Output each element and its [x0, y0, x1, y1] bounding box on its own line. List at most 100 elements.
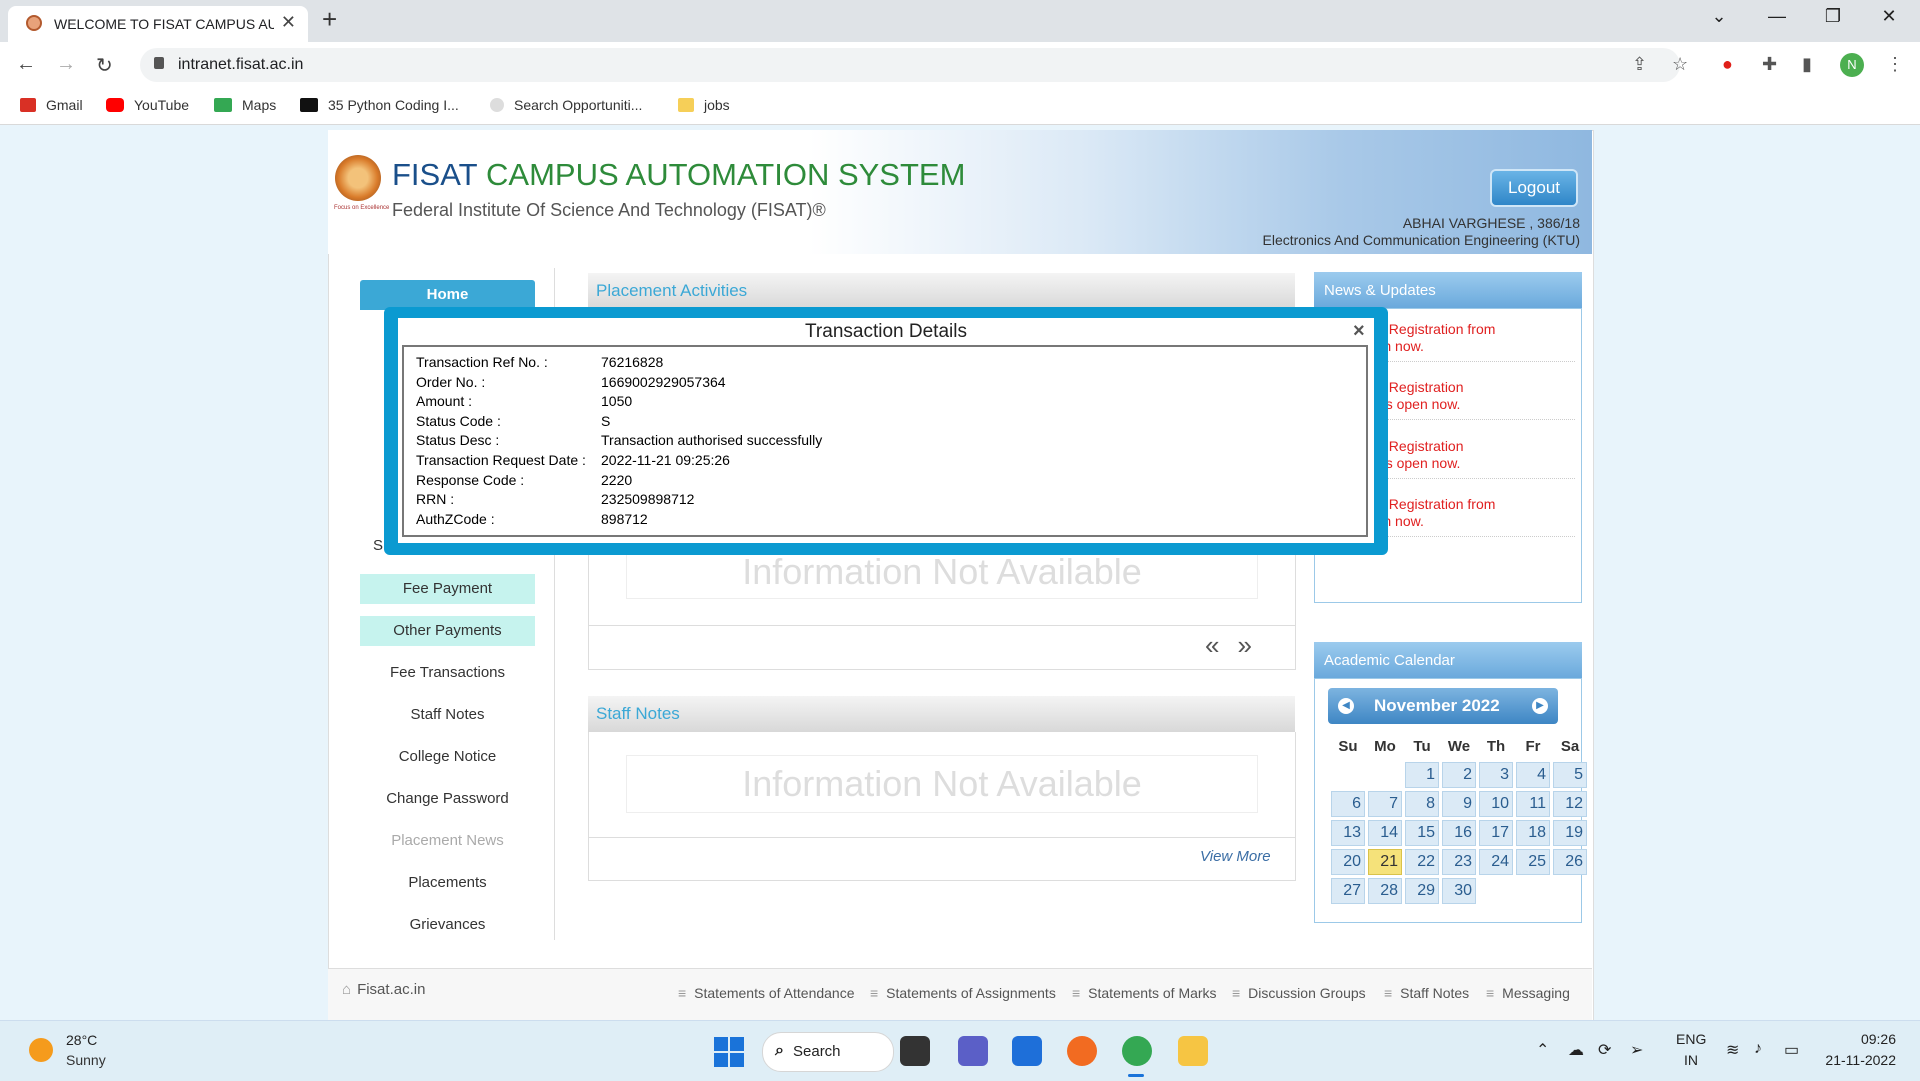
new-tab-button[interactable]: +	[322, 4, 337, 35]
calendar-day[interactable]: 1	[1405, 762, 1439, 788]
weather-temperature[interactable]: 28°C	[66, 1032, 97, 1048]
restore-icon[interactable]: ❐	[1810, 6, 1856, 27]
calendar-day[interactable]: 29	[1405, 878, 1439, 904]
calendar-day[interactable]: 19	[1553, 820, 1587, 846]
calendar-day[interactable]: 5	[1553, 762, 1587, 788]
footer-assignments[interactable]: Statements of Assignments	[870, 985, 1056, 1001]
nav-placements[interactable]: Placements	[360, 874, 535, 891]
calendar-day[interactable]: 16	[1442, 820, 1476, 846]
calendar-day[interactable]: 11	[1516, 791, 1550, 817]
url-text[interactable]: intranet.fisat.ac.in	[178, 56, 303, 74]
bookmark-python-coding[interactable]: 35 Python Coding I...	[300, 97, 459, 113]
weather-description[interactable]: Sunny	[66, 1052, 106, 1068]
footer-discussion[interactable]: Discussion Groups	[1232, 985, 1366, 1001]
calendar-day[interactable]: 2	[1442, 762, 1476, 788]
footer-staff-notes[interactable]: Staff Notes	[1384, 985, 1469, 1001]
onedrive-cloud-icon[interactable]: ☁	[1568, 1040, 1584, 1060]
bookmark-gmail[interactable]: Gmail	[20, 97, 83, 113]
nav-placement-news[interactable]: Placement News	[360, 832, 535, 849]
calendar-day[interactable]: 10	[1479, 791, 1513, 817]
teams-chat-icon[interactable]	[958, 1036, 988, 1066]
sun-icon[interactable]	[29, 1038, 53, 1062]
bookmark-search-opportunities[interactable]: Search Opportuniti...	[490, 97, 642, 113]
logout-button[interactable]: Logout	[1492, 171, 1576, 205]
side-panel-icon[interactable]: ▮	[1802, 54, 1812, 75]
calendar-day[interactable]: 4	[1516, 762, 1550, 788]
window-close-icon[interactable]: ✕	[1866, 6, 1912, 27]
tab-search-chevron-icon[interactable]: ⌄	[1696, 6, 1742, 27]
nav-staff-notes[interactable]: Staff Notes	[360, 706, 535, 723]
windows-start-icon[interactable]	[714, 1037, 744, 1067]
next-month-icon[interactable]: ▶	[1532, 698, 1548, 714]
extensions-puzzle-icon[interactable]: ✚	[1762, 54, 1777, 75]
calendar-day[interactable]: 12	[1553, 791, 1587, 817]
nav-college-notice[interactable]: College Notice	[360, 748, 535, 765]
calendar-day[interactable]: 22	[1405, 849, 1439, 875]
minimize-icon[interactable]: —	[1754, 6, 1800, 27]
opera-extension-icon[interactable]: ●	[1722, 54, 1733, 75]
address-bar[interactable]	[140, 48, 1680, 82]
view-more-link[interactable]: View More	[1200, 848, 1271, 865]
lock-icon[interactable]	[154, 57, 164, 69]
calendar-day[interactable]: 7	[1368, 791, 1402, 817]
calendar-day[interactable]: 6	[1331, 791, 1365, 817]
chrome-icon[interactable]	[1122, 1036, 1152, 1066]
calendar-day[interactable]: 20	[1331, 849, 1365, 875]
calendar-day[interactable]: 17	[1479, 820, 1513, 846]
nav-home[interactable]: Home	[360, 280, 535, 310]
prev-month-icon[interactable]: ◀	[1338, 698, 1354, 714]
firefox-icon[interactable]	[1067, 1036, 1097, 1066]
calendar-day[interactable]: 23	[1442, 849, 1476, 875]
bookmark-jobs[interactable]: jobs	[678, 97, 730, 113]
language-indicator[interactable]: ENG	[1676, 1031, 1706, 1047]
bookmark-maps[interactable]: Maps	[214, 97, 276, 113]
calendar-day[interactable]: 24	[1479, 849, 1513, 875]
browser-tab[interactable]: WELCOME TO FISAT CAMPUS AU ✕	[8, 6, 308, 42]
nav-change-password[interactable]: Change Password	[360, 790, 535, 807]
region-indicator[interactable]: IN	[1684, 1052, 1698, 1068]
calendar-day[interactable]: 3	[1479, 762, 1513, 788]
footer-attendance[interactable]: Statements of Attendance	[678, 985, 854, 1001]
taskbar-search[interactable]: ⌕ Search	[762, 1032, 894, 1072]
calendar-day[interactable]: 9	[1442, 791, 1476, 817]
calendar-day[interactable]: 15	[1405, 820, 1439, 846]
footer-site-link[interactable]: ⌂ Fisat.ac.in	[342, 981, 425, 998]
bookmark-youtube[interactable]: YouTube	[106, 97, 189, 113]
calendar-day[interactable]: 13	[1331, 820, 1365, 846]
footer-messaging[interactable]: Messaging	[1486, 985, 1570, 1001]
calendar-day[interactable]: 30	[1442, 878, 1476, 904]
nav-other-payments[interactable]: Other Payments	[360, 616, 535, 646]
nav-fee-payment[interactable]: Fee Payment	[360, 574, 535, 604]
calendar-day[interactable]: 25	[1516, 849, 1550, 875]
calendar-day[interactable]: 26	[1553, 849, 1587, 875]
menu-kebab-icon[interactable]: ⋮	[1886, 54, 1904, 75]
calendar-day[interactable]: 28	[1368, 878, 1402, 904]
reload-icon[interactable]: ↻	[96, 53, 113, 78]
battery-icon[interactable]: ▭	[1784, 1040, 1799, 1060]
back-icon[interactable]: ←	[16, 53, 36, 76]
calendar-day[interactable]: 8	[1405, 791, 1439, 817]
tray-chevron-up-icon[interactable]: ⌃	[1536, 1040, 1549, 1060]
task-view-icon[interactable]	[900, 1036, 930, 1066]
footer-marks[interactable]: Statements of Marks	[1072, 985, 1216, 1001]
nav-fee-transactions[interactable]: Fee Transactions	[360, 664, 535, 681]
volume-icon[interactable]: ♪	[1754, 1040, 1762, 1058]
clock-date[interactable]: 21-11-2022	[1824, 1052, 1896, 1068]
nav-grievances[interactable]: Grievances	[360, 916, 535, 933]
file-explorer-icon[interactable]	[1178, 1036, 1208, 1066]
modal-close-icon[interactable]: ×	[1353, 320, 1365, 343]
pager-arrows[interactable]: «»	[1205, 630, 1270, 661]
tab-close-icon[interactable]: ✕	[281, 12, 296, 33]
store-icon[interactable]	[1012, 1036, 1042, 1066]
send-location-icon[interactable]: ➢	[1630, 1040, 1643, 1060]
profile-avatar[interactable]: N	[1840, 53, 1864, 77]
share-icon[interactable]: ⇪	[1632, 54, 1647, 75]
calendar-day[interactable]: 27	[1331, 878, 1365, 904]
sync-icon[interactable]: ⟳	[1598, 1040, 1611, 1060]
bookmark-star-icon[interactable]: ☆	[1672, 54, 1688, 75]
wifi-icon[interactable]: ≋	[1726, 1040, 1739, 1060]
calendar-day-today[interactable]: 21	[1368, 849, 1402, 875]
calendar-day[interactable]: 14	[1368, 820, 1402, 846]
calendar-day[interactable]: 18	[1516, 820, 1550, 846]
clock-time[interactable]: 09:26	[1836, 1031, 1896, 1047]
